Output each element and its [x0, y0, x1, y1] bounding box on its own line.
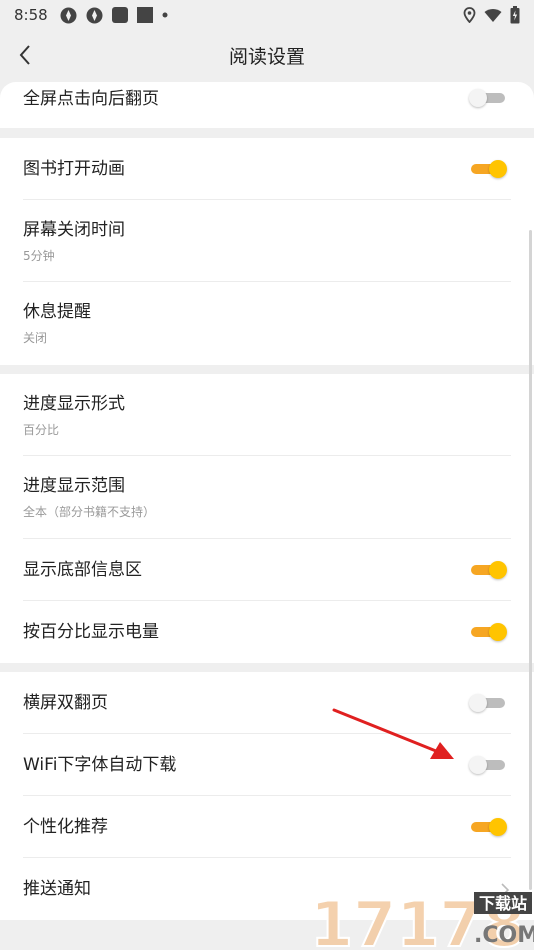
setting-label: 个性化推荐 [23, 817, 108, 837]
setting-label: 进度显示形式 [23, 393, 125, 414]
dot-icon [162, 12, 168, 18]
watermark-tag: 下载站 [479, 894, 527, 913]
setting-label: 屏幕关闭时间 [23, 219, 125, 240]
watermark-logo: 17178 下载站 .COM [309, 888, 534, 950]
setting-battery-percent[interactable]: 按百分比显示电量 [0, 601, 534, 663]
title-bar: 阅读设置 [0, 30, 534, 80]
toggle-switch[interactable] [469, 159, 507, 179]
location-icon [463, 7, 476, 23]
setting-label: 进度显示范围 [23, 476, 125, 496]
setting-book-open-animation[interactable]: 图书打开动画 [0, 138, 534, 200]
square-icon [111, 7, 128, 23]
annotation-arrow-icon [332, 708, 454, 759]
setting-value: 全本（部分书籍不支持） [23, 505, 156, 519]
page-title: 阅读设置 [228, 45, 305, 68]
status-bar: 8:58 [0, 0, 534, 30]
toggle-switch[interactable] [469, 817, 507, 837]
battery-icon [510, 6, 520, 24]
setting-progress-format[interactable]: 进度显示形式 百分比 [0, 374, 534, 456]
settings-group-0: 全屏点击向后翻页 [0, 82, 534, 128]
setting-label: 图书打开动画 [23, 159, 125, 179]
toggle-switch[interactable] [469, 622, 507, 642]
square-icon [136, 7, 153, 23]
setting-bottom-info-area[interactable]: 显示底部信息区 [0, 539, 534, 601]
watermark-suffix: .COM [474, 923, 534, 948]
settings-group-2: 进度显示形式 百分比 进度显示范围 全本（部分书籍不支持） 显示底部信息区 按百… [0, 374, 534, 663]
setting-fullscreen-tap-next[interactable]: 全屏点击向后翻页 [0, 82, 534, 116]
scrollbar[interactable] [529, 230, 532, 890]
toggle-switch[interactable] [469, 560, 507, 580]
toggle-switch[interactable] [469, 755, 507, 775]
setting-label: 按百分比显示电量 [23, 622, 159, 642]
wifi-icon [484, 8, 502, 22]
setting-rest-reminder[interactable]: 休息提醒 关闭 [0, 282, 534, 365]
status-time: 8:58 [14, 6, 48, 24]
media-icon [86, 7, 103, 23]
setting-label: 显示底部信息区 [23, 560, 142, 580]
setting-progress-range[interactable]: 进度显示范围 全本（部分书籍不支持） [0, 456, 534, 539]
toggle-switch[interactable] [469, 693, 507, 713]
setting-personalized-recommend[interactable]: 个性化推荐 [0, 796, 534, 858]
setting-label: 休息提醒 [23, 302, 91, 322]
setting-value: 关闭 [23, 331, 48, 345]
setting-value: 百分比 [23, 422, 60, 437]
setting-value: 5分钟 [23, 248, 55, 263]
chevron-left-icon [19, 45, 30, 65]
setting-screen-off-time[interactable]: 屏幕关闭时间 5分钟 [0, 200, 534, 282]
setting-label: 全屏点击向后翻页 [23, 89, 159, 109]
back-button[interactable] [10, 40, 40, 70]
media-icon [60, 7, 77, 23]
toggle-switch[interactable] [469, 88, 507, 108]
settings-group-1: 图书打开动画 屏幕关闭时间 5分钟 休息提醒 关闭 [0, 138, 534, 365]
